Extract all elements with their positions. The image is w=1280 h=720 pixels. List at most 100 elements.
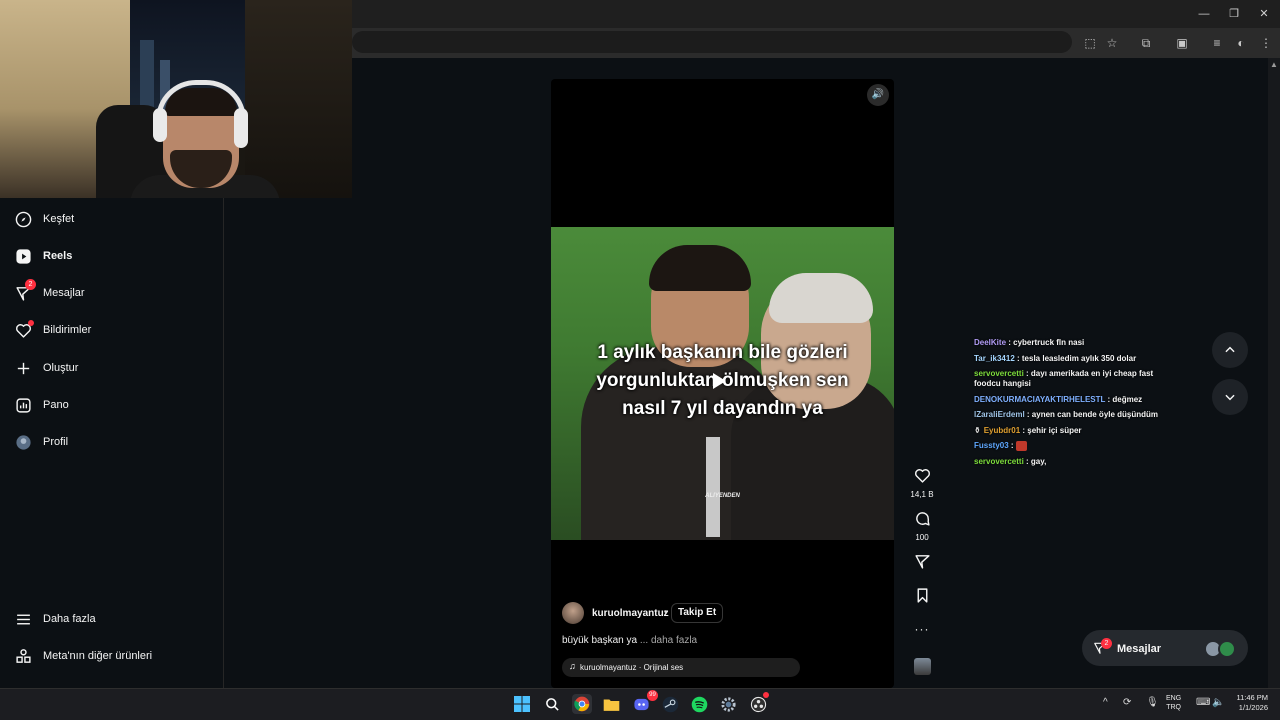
chat-message: lZaraliErdeml : aynen can bende öyle düş… — [974, 410, 1174, 420]
previous-reel-button[interactable] — [1212, 332, 1248, 368]
sync-icon[interactable]: ⟳ — [1123, 697, 1131, 708]
chat-username[interactable]: lZaraliErdeml — [974, 410, 1025, 419]
chat-separator: : — [1023, 369, 1031, 378]
chat-separator: : — [1023, 456, 1031, 466]
sidebar-item-create[interactable]: Oluştur — [14, 356, 78, 380]
sidebar-item-label: Meta'nın diğer ürünleri — [43, 650, 153, 662]
chat-username[interactable]: Tar_ik3412 — [974, 354, 1015, 363]
scrollbar[interactable] — [1268, 58, 1280, 688]
next-reel-button[interactable] — [1212, 379, 1248, 415]
audio-thumbnail[interactable] — [914, 658, 931, 675]
volume-icon[interactable]: 🔊 — [867, 84, 889, 106]
sidebar-item-reels[interactable]: Reels — [14, 244, 72, 268]
stream-chat: DeelKite : cybertruck fln nasi Tar_ik3412… — [974, 338, 1174, 472]
chat-separator: : — [1014, 353, 1022, 363]
comment-count: 100 — [915, 533, 929, 542]
chat-text: tesla leasledim aylık 350 dolar — [1021, 353, 1137, 363]
sidebar-item-label: Oluştur — [43, 362, 79, 374]
audio-chip[interactable]: kuruolmayantuz · Orijinal ses — [562, 658, 800, 677]
chat-username[interactable]: DENOKURMACIAYAKTIRHELESTL — [974, 395, 1105, 404]
chrome-icon[interactable] — [572, 694, 592, 714]
headphones-cup — [234, 108, 248, 148]
sidebar-item-explore[interactable]: Keşfet — [14, 207, 74, 231]
chat-separator: : — [1024, 410, 1032, 419]
sidebar-item-dashboard[interactable]: Pano — [14, 393, 69, 417]
extensions-icon[interactable]: ⧉ — [1136, 33, 1156, 53]
more-options-icon[interactable]: ··· — [910, 622, 934, 636]
save-button[interactable] — [910, 587, 934, 609]
chat-username[interactable]: Eyubdr01 — [984, 426, 1020, 435]
browser-menu-icon[interactable]: ⋮ — [1256, 33, 1276, 53]
spotify-icon[interactable] — [689, 694, 709, 714]
comment-button[interactable]: 100 — [910, 510, 934, 542]
reel-description: büyük başkan ya ... daha fazla — [562, 635, 697, 646]
chat-separator: : — [1008, 441, 1016, 451]
share-button[interactable] — [910, 553, 934, 575]
steam-icon[interactable] — [660, 694, 680, 714]
sidebar-item-label: Daha fazla — [43, 613, 96, 625]
scroll-up-arrow[interactable]: ▲ — [1270, 60, 1278, 69]
reel-video[interactable]: 1 aylık başkanın bile gözleri yorgunlukt… — [551, 227, 894, 540]
chat-message: servovercetti : dayı amerikada en iyi ch… — [974, 369, 1174, 389]
hamburger-icon — [14, 610, 32, 628]
heart-icon — [914, 469, 930, 483]
install-app-icon[interactable]: ⬚ — [1080, 33, 1100, 53]
chat-message: servovercetti : gay, — [974, 457, 1174, 467]
profile-icon[interactable]: ◐ — [1231, 33, 1251, 53]
sidebar-item-profile[interactable]: Profil — [14, 430, 68, 454]
close-button[interactable]: ✕ — [1252, 5, 1276, 23]
split-view-icon[interactable]: ▣ — [1172, 33, 1192, 53]
more-link[interactable]: ... daha fazla — [640, 635, 697, 646]
language-indicator[interactable]: ENG TRQ — [1166, 694, 1181, 712]
language-secondary: TRQ — [1166, 704, 1181, 711]
clock-date: 1/1/2026 — [1238, 703, 1268, 712]
follow-button[interactable]: Takip Et — [671, 603, 724, 623]
chat-message: DENOKURMACIAYAKTIRHELESTL : değmez — [974, 395, 1174, 405]
file-explorer-icon[interactable] — [601, 694, 621, 714]
chat-text: aynen can bende öyle düşündüm — [1031, 410, 1159, 419]
microphone-icon[interactable]: 🎙 — [1146, 697, 1159, 708]
restore-button[interactable]: ❐ — [1222, 5, 1246, 23]
address-bar[interactable] — [352, 31, 1072, 53]
like-button[interactable]: 14,1 B — [910, 467, 934, 499]
sidebar-item-notifications[interactable]: Bildirimler — [14, 318, 91, 342]
author-username[interactable]: kuruolmayantuz — [592, 608, 669, 619]
bookmark-icon — [917, 588, 927, 603]
settings-gear-icon[interactable] — [718, 694, 738, 714]
sidebar-item-label: Reels — [43, 250, 73, 262]
minimize-button[interactable]: — — [1192, 5, 1216, 23]
chat-message: DeelKite : cybertruck fln nasi — [974, 338, 1174, 348]
notification-dot — [28, 320, 34, 326]
bookmark-star-icon[interactable]: ☆ — [1102, 33, 1122, 53]
messages-pill-label: Mesajlar — [1117, 643, 1162, 655]
caption-line: nasıl 7 yıl dayandın ya — [622, 398, 823, 419]
tray-overflow-chevron-icon[interactable]: ^ — [1103, 697, 1108, 708]
messages-badge: 2 — [25, 279, 36, 290]
heart-icon — [14, 320, 34, 339]
play-icon[interactable] — [713, 373, 726, 389]
chat-username[interactable]: servovercetti — [974, 369, 1024, 378]
chevron-up-icon — [1225, 346, 1235, 353]
speaker-icon[interactable]: 🔈 — [1212, 697, 1224, 708]
description-text: büyük başkan ya — [562, 635, 638, 646]
chat-text: gay, — [1030, 456, 1047, 466]
search-icon[interactable] — [542, 694, 562, 714]
chat-message: ⚱ Eyubdr01 : şehir içi süper — [974, 426, 1174, 436]
windows-start-icon[interactable] — [512, 694, 532, 714]
webcam-overlay — [0, 0, 352, 198]
chat-username[interactable]: servovercetti — [974, 457, 1024, 466]
sidebar-meta-products[interactable]: Meta'nın diğer ürünleri — [14, 644, 152, 668]
clock-time: 11:46 PM — [1236, 693, 1268, 702]
author-avatar[interactable] — [562, 602, 584, 624]
network-icon[interactable]: ⌨ — [1196, 697, 1210, 708]
chat-username[interactable]: Fussty03 — [974, 441, 1009, 450]
sidebar-more[interactable]: Daha fazla — [14, 607, 96, 631]
system-clock[interactable]: 11:46 PM 1/1/2026 — [1230, 693, 1268, 713]
comment-icon — [915, 512, 930, 526]
sidebar-item-messages[interactable]: 2 Mesajlar — [14, 279, 85, 305]
reading-list-icon[interactable]: ≡ — [1207, 33, 1227, 53]
chat-username[interactable]: DeelKite — [974, 338, 1006, 347]
discord-icon[interactable]: 99 — [631, 690, 658, 714]
video-person-hair — [769, 273, 873, 323]
obs-icon[interactable] — [748, 692, 769, 714]
